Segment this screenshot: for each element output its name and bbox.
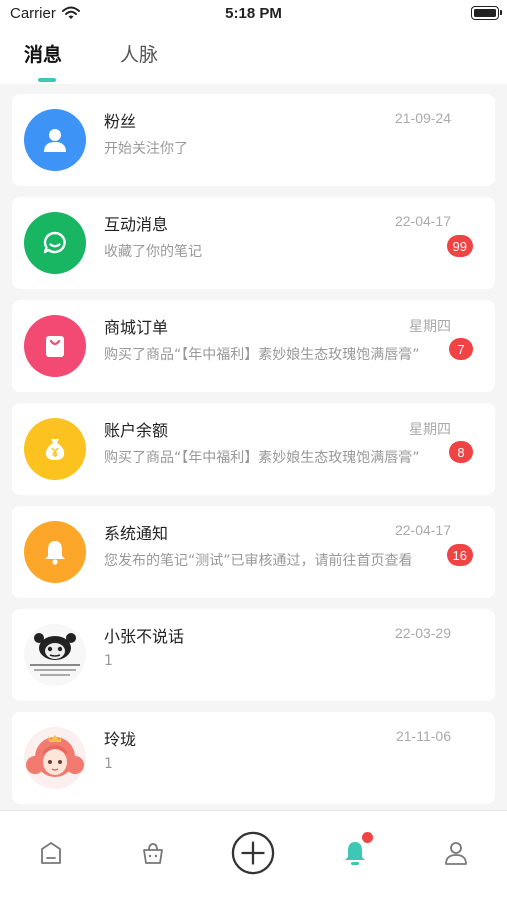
message-item-chat[interactable]: 玲珑 1 21-11-06 [12,712,495,804]
message-preview: 1 [104,756,113,772]
home-tab[interactable] [29,831,73,875]
message-title: 系统通知 [104,524,169,543]
message-date: 22-04-17 [394,213,451,229]
notifications-tab[interactable] [333,831,377,875]
shop-icon [143,843,163,864]
anime-girl-avatar [24,727,86,789]
publish-button[interactable] [231,831,275,875]
message-date: 星期四 [409,421,451,437]
message-date: 22-03-29 [394,625,451,641]
message-preview: 收藏了你的笔记 [104,244,202,260]
message-preview: 开始关注你了 [104,141,188,157]
shopping-bag-icon [24,315,86,377]
battery-icon [471,6,502,20]
message-item-interaction[interactable]: 互动消息 收藏了你的笔记 22-04-17 99 [12,197,495,289]
message-title: 账户余额 [104,421,169,440]
message-title: 玲珑 [104,730,137,749]
message-list: 粉丝 开始关注你了 21-09-24 互动消息 收藏了你的笔记 22-04-17… [0,84,507,810]
message-item-system-notice[interactable]: 系统通知 您发布的笔记“测试”已审核通过，请前往首页查看 22-04-17 16 [12,506,495,598]
message-item-balance[interactable]: 账户余额 购买了商品“【年中福利】素妙娘生态玫瑰饱满唇膏” 星期四 8 [12,403,495,495]
tab-contacts[interactable]: 人脉 [120,40,158,67]
message-item-orders[interactable]: 商城订单 购买了商品“【年中福利】素妙娘生态玫瑰饱满唇膏” 星期四 7 [12,300,495,392]
message-date: 21-11-06 [395,728,451,744]
message-title: 小张不说话 [104,627,185,646]
active-tab-indicator [38,78,56,82]
panda-meme-avatar [24,624,86,686]
message-title: 互动消息 [104,215,169,234]
chat-bubble-icon [24,212,86,274]
message-title: 商城订单 [104,318,169,337]
message-preview: 购买了商品“【年中福利】素妙娘生态玫瑰饱满唇膏” [104,450,420,466]
message-item-chat[interactable]: 小张不说话 1 22-03-29 [12,609,495,701]
profile-icon [445,842,467,865]
message-preview: 您发布的笔记“测试”已审核通过，请前往首页查看 [104,553,413,569]
unread-badge: 99 [446,235,473,257]
message-preview: 购买了商品“【年中福利】素妙娘生态玫瑰饱满唇膏” [104,347,420,363]
clock: 5:18 PM [225,5,282,22]
user-icon [24,109,86,171]
notification-dot [362,832,373,843]
unread-badge: 16 [446,544,473,566]
home-icon [41,842,61,864]
unread-badge: 8 [449,441,473,463]
message-item-fans[interactable]: 粉丝 开始关注你了 21-09-24 [12,94,495,186]
bottom-tab-bar [0,810,507,900]
tab-messages[interactable]: 消息 [24,40,62,67]
unread-badge: 7 [449,338,473,360]
message-preview: 1 [104,653,113,669]
message-title: 粉丝 [104,112,137,131]
status-bar: Carrier 5:18 PM [0,0,507,28]
publish-plus-icon [231,831,275,875]
message-date: 星期四 [409,318,451,334]
shop-tab[interactable] [131,831,175,875]
top-tab-bar: 消息 人脉 [0,28,507,84]
message-date: 21-09-24 [394,110,451,126]
money-bag-icon [24,418,86,480]
bell-icon [24,521,86,583]
message-date: 22-04-17 [394,522,451,538]
profile-tab[interactable] [434,831,478,875]
